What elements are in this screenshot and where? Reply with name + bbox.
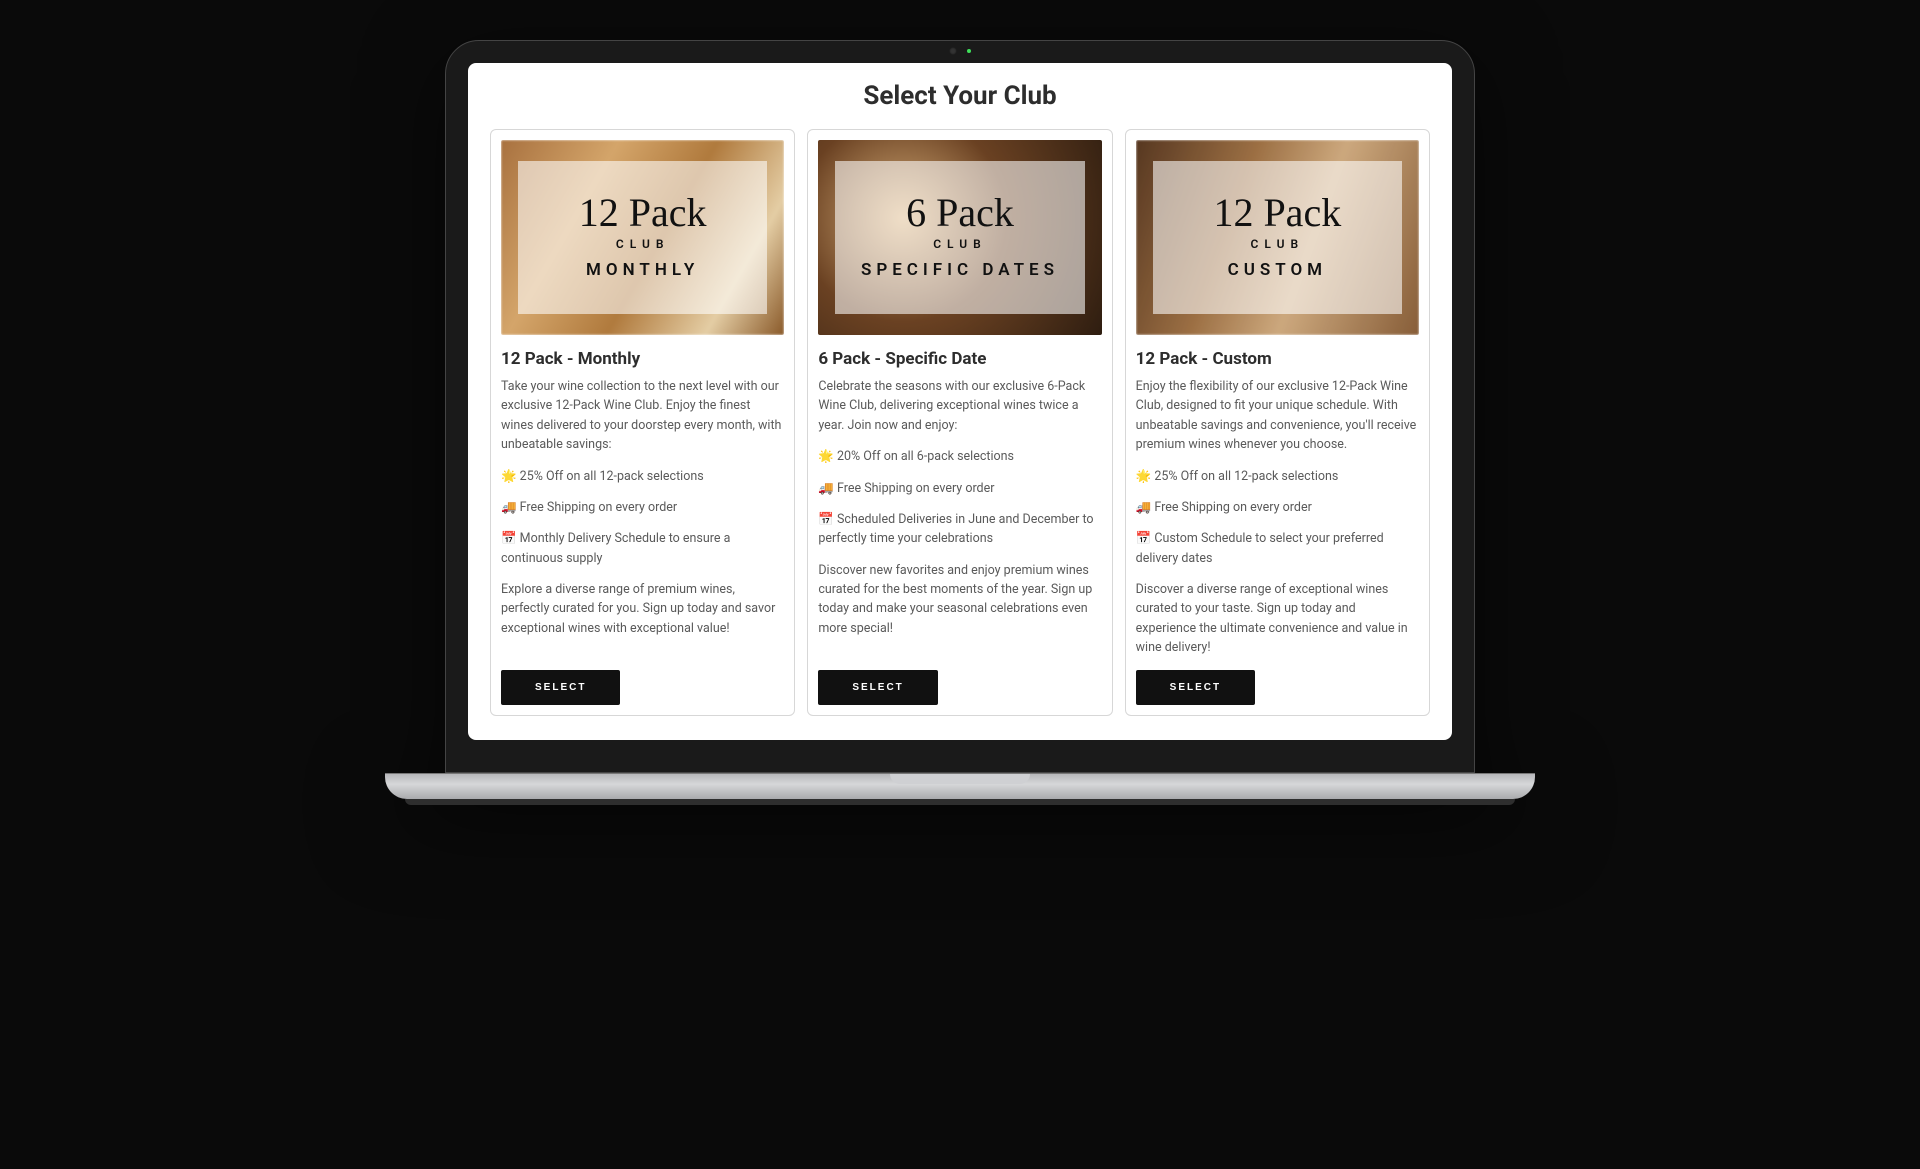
club-bullet-2: 🚚 Free Shipping on every order (1136, 498, 1419, 517)
club-cards-row: 12 Pack CLUB MONTHLY 12 Pack - Monthly T… (490, 129, 1430, 716)
club-title: 12 Pack - Monthly (501, 349, 784, 369)
club-hero: 12 Pack CLUB MONTHLY (501, 140, 784, 335)
laptop-feet (405, 799, 1515, 805)
club-intro: Take your wine collection to the next le… (501, 377, 784, 455)
select-button[interactable]: SELECT (818, 670, 937, 705)
club-title: 6 Pack - Specific Date (818, 349, 1101, 369)
club-bullet-3: 📅 Custom Schedule to select your preferr… (1136, 529, 1419, 568)
club-bullet-3: 📅 Monthly Delivery Schedule to ensure a … (501, 529, 784, 568)
club-intro: Celebrate the seasons with our exclusive… (818, 377, 1101, 435)
club-hero: 6 Pack CLUB SPECIFIC DATES (818, 140, 1101, 335)
hero-panel: 12 Pack CLUB MONTHLY (518, 161, 767, 313)
club-card-specific-date: 6 Pack CLUB SPECIFIC DATES 6 Pack - Spec… (807, 129, 1112, 716)
screen-content: Select Your Club 12 Pack CLUB MONTHLY 12… (468, 63, 1452, 740)
page-title: Select Your Club (490, 81, 1430, 111)
club-bullet-1: 🌟 25% Off on all 12-pack selections (501, 467, 784, 486)
club-bullet-3: 📅 Scheduled Deliveries in June and Decem… (818, 510, 1101, 549)
club-bullet-2: 🚚 Free Shipping on every order (818, 479, 1101, 498)
hero-script: 12 Pack (1213, 193, 1341, 233)
hero-sub: CLUB (933, 237, 987, 251)
club-outro: Explore a diverse range of premium wines… (501, 580, 784, 638)
screen-bezel: Select Your Club 12 Pack CLUB MONTHLY 12… (445, 40, 1475, 773)
select-button[interactable]: SELECT (1136, 670, 1255, 705)
hero-panel: 12 Pack CLUB CUSTOM (1153, 161, 1402, 313)
club-bullet-2: 🚚 Free Shipping on every order (501, 498, 784, 517)
club-outro: Discover new favorites and enjoy premium… (818, 561, 1101, 639)
hero-script: 6 Pack (906, 193, 1014, 233)
hero-tag: MONTHLY (586, 259, 699, 281)
club-card-monthly: 12 Pack CLUB MONTHLY 12 Pack - Monthly T… (490, 129, 795, 716)
hero-sub: CLUB (1251, 237, 1305, 251)
status-led-icon (967, 49, 971, 53)
club-title: 12 Pack - Custom (1136, 349, 1419, 369)
club-bullet-1: 🌟 20% Off on all 6-pack selections (818, 447, 1101, 466)
club-bullet-1: 🌟 25% Off on all 12-pack selections (1136, 467, 1419, 486)
camera-icon (949, 47, 957, 55)
laptop-base (385, 773, 1535, 799)
club-outro: Discover a diverse range of exceptional … (1136, 580, 1419, 658)
club-hero: 12 Pack CLUB CUSTOM (1136, 140, 1419, 335)
laptop-mockup: Select Your Club 12 Pack CLUB MONTHLY 12… (445, 40, 1475, 805)
hero-script: 12 Pack (579, 193, 707, 233)
club-card-custom: 12 Pack CLUB CUSTOM 12 Pack - Custom Enj… (1125, 129, 1430, 716)
select-button[interactable]: SELECT (501, 670, 620, 705)
notch (900, 41, 1020, 61)
club-intro: Enjoy the flexibility of our exclusive 1… (1136, 377, 1419, 455)
hero-tag: SPECIFIC DATES (861, 259, 1059, 281)
hero-tag: CUSTOM (1228, 259, 1327, 281)
hero-sub: CLUB (616, 237, 670, 251)
hero-panel: 6 Pack CLUB SPECIFIC DATES (835, 161, 1084, 313)
